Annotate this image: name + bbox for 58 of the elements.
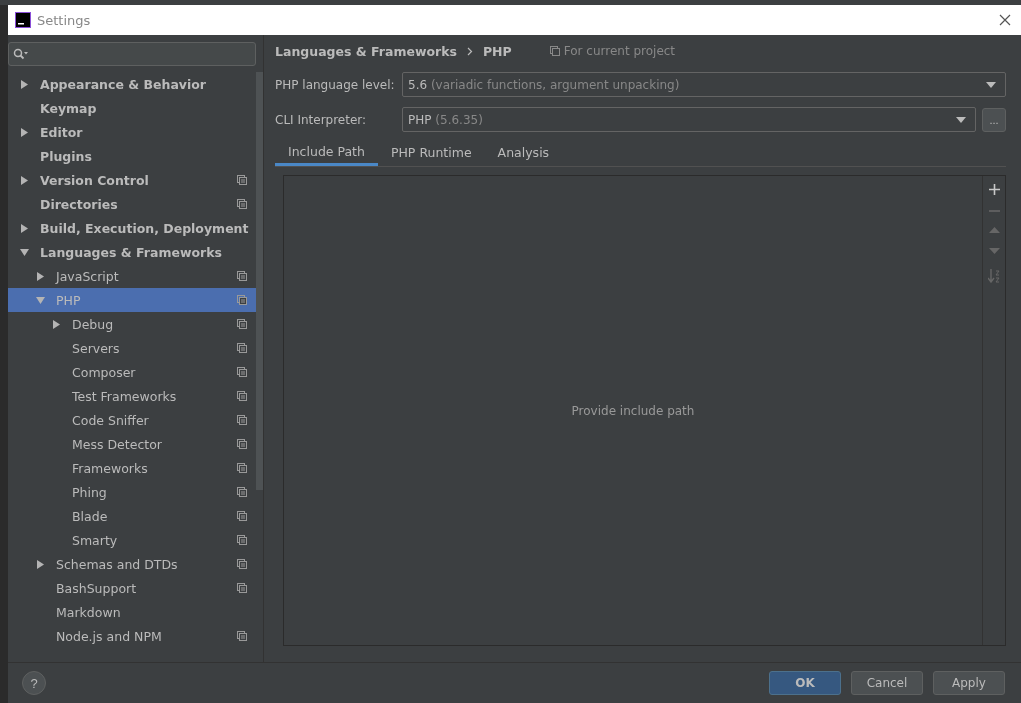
copy-icon [549,46,560,56]
close-icon[interactable] [999,14,1011,26]
dropdown[interactable]: 5.6 (variadic functions, argument unpacking) [402,72,1006,97]
tree-item[interactable]: Test Frameworks [8,384,256,408]
dropdown[interactable]: PHP (5.6.35) [402,107,976,132]
ok-button[interactable]: OK [769,671,841,695]
collapsed-arrow-icon[interactable] [36,271,45,281]
dropdown-arrow-icon [986,81,996,88]
collapsed-arrow-icon[interactable] [20,79,29,89]
field-label: CLI Interpreter: [275,112,368,127]
dropdown-arrow-icon [956,116,966,123]
tab[interactable]: Analysis [484,139,563,166]
tree-item[interactable]: Composer [8,360,256,384]
collapsed-arrow-icon[interactable] [20,223,29,233]
tree-item[interactable]: Frameworks [8,456,256,480]
tree-item[interactable]: Code Sniffer [8,408,256,432]
tree-item[interactable]: Blade [8,504,256,528]
help-button[interactable]: ? [22,671,46,695]
empty-text: Provide include path [571,403,695,418]
search-field[interactable] [8,42,256,66]
dialog-button[interactable]: Apply [933,671,1005,695]
collapsed-arrow-icon[interactable] [36,559,45,569]
chevron-icon [466,46,473,56]
collapsed-arrow-icon[interactable] [20,127,29,137]
tree-item[interactable]: Languages & Frameworks [8,240,256,264]
tree-item[interactable]: Keymap [8,96,256,120]
breadcrumb-item: Languages & Frameworks [275,43,457,59]
dialog-button[interactable]: Cancel [851,671,923,695]
tree-item[interactable]: Appearance & Behavior [8,72,256,96]
field-label: PHP language level: [275,77,396,92]
tab[interactable]: Include Path [275,139,378,166]
collapsed-arrow-icon[interactable] [20,175,29,185]
tab[interactable]: PHP Runtime [377,139,485,166]
search-icon [13,48,29,60]
tree-item[interactable]: JavaScript [8,264,256,288]
tree-item[interactable]: Node.js and NPM [8,624,256,648]
tree-item[interactable]: Markdown [8,600,256,624]
tree-item[interactable]: Servers [8,336,256,360]
app-logo-icon [15,12,31,28]
expanded-arrow-icon[interactable] [20,247,29,257]
collapsed-arrow-icon[interactable] [52,319,61,329]
add-icon[interactable] [988,184,1000,195]
window-title: Settings [37,12,92,28]
tree-item[interactable]: Smarty [8,528,256,552]
scrollbar[interactable] [256,72,263,490]
tree-item[interactable]: Version Control [8,168,256,192]
tree-item[interactable]: Debug [8,312,256,336]
tree-item[interactable]: Phing [8,480,256,504]
tree-item[interactable]: Editor [8,120,256,144]
tree-item[interactable]: Directories [8,192,256,216]
tree-item[interactable]: Schemas and DTDs [8,552,256,576]
tree-item[interactable]: Build, Execution, Deployment [8,216,256,240]
scope-note: For current project [563,44,676,58]
tree-item[interactable]: Mess Detector [8,432,256,456]
tree-item[interactable]: BashSupport [8,576,256,600]
tree-item[interactable]: Plugins [8,144,256,168]
breadcrumb-item: PHP [482,43,512,59]
browse-button[interactable]: ... [982,107,1006,132]
